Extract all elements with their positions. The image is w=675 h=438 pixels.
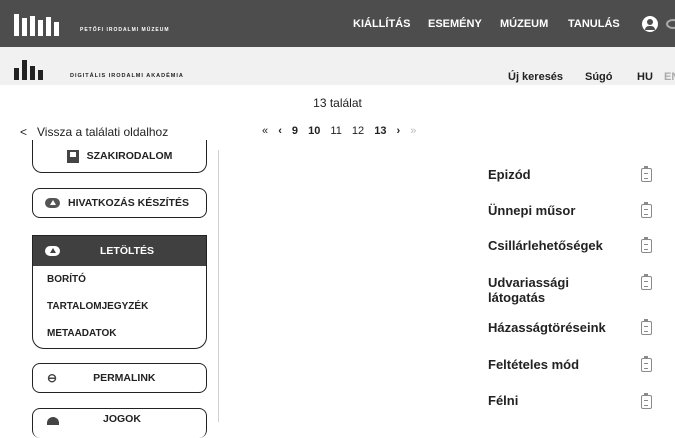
- chevron-left-icon: <: [20, 125, 28, 139]
- user-icon[interactable]: [642, 16, 658, 32]
- result-title-6[interactable]: Félni: [488, 393, 628, 408]
- column-divider: [218, 150, 219, 422]
- help-link[interactable]: Súgó: [585, 71, 613, 83]
- download-toc[interactable]: TARTALOMJEGYZÉK: [47, 293, 206, 320]
- permalink-label: PERMALINK: [93, 372, 156, 384]
- pim-logo-text: PETŐFI IRODALMI MÚZEUM: [80, 27, 170, 33]
- prev-page-button[interactable]: ‹: [278, 125, 282, 137]
- rights-button[interactable]: JOGOK: [32, 408, 207, 438]
- back-link-label: Vissza a találati oldalhoz: [37, 125, 169, 139]
- result-title-3[interactable]: Udvariassági látogatás: [488, 275, 608, 305]
- last-page-button[interactable]: »: [410, 125, 416, 137]
- page-10[interactable]: 10: [308, 125, 320, 137]
- download-header[interactable]: LETÖLTÉS: [33, 236, 206, 266]
- nav-muzeum[interactable]: MÚZEUM: [500, 18, 548, 30]
- clipboard-icon[interactable]: [641, 237, 652, 253]
- szakirodalom-button[interactable]: SZAKIRODALOM: [32, 140, 207, 173]
- result-title-1[interactable]: Ünnepi műsor: [488, 203, 628, 218]
- download-label: LETÖLTÉS: [100, 245, 155, 257]
- page-9[interactable]: 9: [292, 125, 298, 137]
- clipboard-icon[interactable]: [641, 202, 652, 218]
- book-icon: [66, 149, 79, 163]
- clipboard-icon[interactable]: [641, 319, 652, 335]
- results-count: 13 találat: [313, 96, 362, 110]
- link-icon: ⊖: [47, 371, 58, 385]
- first-page-button[interactable]: «: [262, 125, 268, 137]
- new-search-link[interactable]: Új keresés: [508, 71, 563, 83]
- cloud-upload-icon: [45, 198, 60, 208]
- result-title-2[interactable]: Csillárlehetőségek: [488, 238, 628, 253]
- eye-icon[interactable]: [666, 19, 675, 29]
- cloud-download-icon: [45, 246, 60, 256]
- citation-button[interactable]: HIVATKOZÁS KÉSZÍTÉS: [32, 188, 207, 218]
- dia-logo-text: DIGITÁLIS IRODALMI AKADÉMIA: [70, 73, 184, 79]
- clipboard-icon[interactable]: [641, 166, 652, 182]
- result-title-0[interactable]: Epizód: [488, 167, 628, 182]
- szakirodalom-label: SZAKIRODALOM: [86, 150, 173, 162]
- download-cover[interactable]: BORÍTÓ: [47, 266, 206, 293]
- nav-kiallitas[interactable]: KIÁLLÍTÁS: [353, 18, 410, 30]
- result-title-5[interactable]: Feltételes mód: [488, 357, 628, 372]
- lang-hu[interactable]: HU: [637, 71, 653, 83]
- result-title-4[interactable]: Házasságtöréseink: [488, 320, 628, 335]
- dia-logo[interactable]: [14, 58, 46, 80]
- top-navbar: PETŐFI IRODALMI MÚZEUM KIÁLLÍTÁS ESEMÉNY…: [0, 0, 675, 47]
- download-panel: LETÖLTÉS BORÍTÓ TARTALOMJEGYZÉK METAADAT…: [32, 235, 207, 349]
- pim-logo[interactable]: [14, 12, 62, 36]
- pagination: « ‹ 9 10 11 12 13 › »: [262, 125, 423, 137]
- clipboard-icon[interactable]: [641, 393, 652, 409]
- page-12[interactable]: 12: [352, 125, 364, 137]
- nav-tanulas[interactable]: TANULÁS: [568, 18, 620, 30]
- sub-navbar: [0, 47, 675, 85]
- page-13-current[interactable]: 13: [374, 125, 386, 137]
- citation-label: HIVATKOZÁS KÉSZÍTÉS: [68, 197, 189, 209]
- permalink-button[interactable]: ⊖ PERMALINK: [32, 363, 207, 393]
- clipboard-icon[interactable]: [641, 356, 652, 372]
- back-to-results-link[interactable]: < Vissza a találati oldalhoz: [20, 125, 168, 139]
- nav-esemeny[interactable]: ESEMÉNY: [428, 18, 482, 30]
- clipboard-icon[interactable]: [641, 274, 652, 290]
- page-11[interactable]: 11: [330, 125, 341, 137]
- lang-en[interactable]: EN: [664, 71, 675, 83]
- next-page-button[interactable]: ›: [397, 125, 401, 137]
- download-metadata[interactable]: METAADATOK: [47, 320, 206, 347]
- rights-label: JOGOK: [103, 412, 141, 425]
- shield-icon: [47, 416, 59, 425]
